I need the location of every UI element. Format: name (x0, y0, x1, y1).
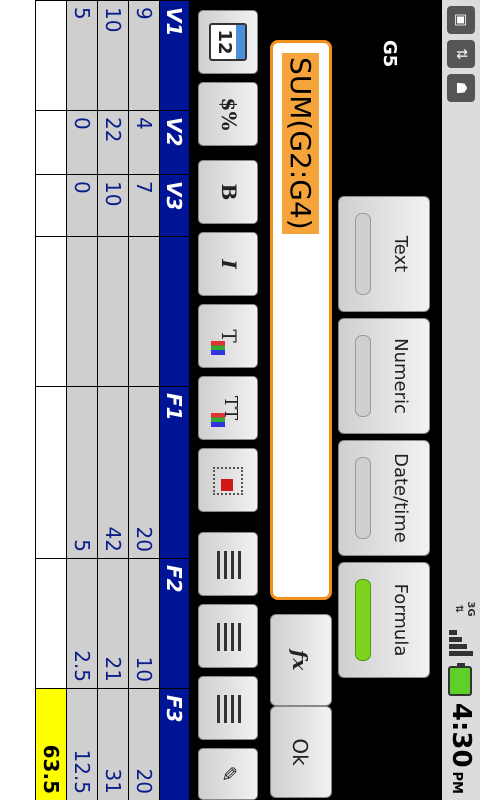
type-datetime-label: Date/time (390, 453, 411, 543)
type-datetime-indicator (355, 457, 371, 539)
spreadsheet-grid: V1 V2 V3 F1 F2 F3 9 4 7 20 10 20 10 22 1… (0, 0, 190, 800)
column-header[interactable]: V3 (159, 174, 190, 237)
align-left-button[interactable] (198, 532, 258, 596)
align-right-icon (215, 695, 241, 723)
sd-card-icon: ▣ (447, 6, 475, 34)
cell[interactable]: 21 (97, 558, 129, 689)
status-bar: ▣ ⇅ ☗ 3G ⇅ 4:30 PM (441, 0, 480, 800)
cell[interactable] (66, 236, 98, 387)
type-numeric-label: Numeric (390, 338, 411, 414)
cell[interactable] (35, 558, 67, 689)
italic-icon: I (217, 259, 241, 269)
cell[interactable] (128, 236, 160, 387)
cell[interactable]: 0 (66, 110, 98, 175)
type-text-button[interactable]: Text (338, 196, 430, 312)
pencil-icon: ✎ (217, 765, 241, 783)
cell[interactable]: 0 (66, 174, 98, 237)
status-clock: 4:30 PM (446, 703, 476, 794)
app-screen: ▣ ⇅ ☗ 3G ⇅ 4:30 PM G5 Text Numeric Date/ti… (0, 0, 480, 800)
cell[interactable] (35, 110, 67, 175)
selected-total-cell[interactable]: 63.5 (35, 688, 67, 800)
cell[interactable]: 20 (128, 688, 160, 800)
table-row: 63.5 (35, 0, 67, 800)
cell[interactable]: 10 (97, 174, 129, 237)
network-type-icon: 3G ⇅ (453, 601, 476, 617)
type-formula-label: Formula (390, 583, 411, 657)
text-style-icon: TT (220, 395, 241, 421)
formula-text: SUM(G2:G4) (282, 53, 319, 234)
fx-icon: fx (288, 649, 312, 671)
date-format-button[interactable]: 12 (198, 10, 258, 74)
cell-reference-label: G5 (379, 40, 400, 68)
usb-icon: ⇅ (447, 40, 475, 68)
style-swatch-icon (211, 413, 225, 427)
cell[interactable]: 22 (97, 110, 129, 175)
type-datetime-button[interactable]: Date/time (338, 440, 430, 556)
table-row: 10 22 10 42 21 31 (97, 0, 129, 800)
cell[interactable]: 4 (128, 110, 160, 175)
cell[interactable]: 7 (128, 174, 160, 237)
cell[interactable]: 10 (97, 0, 129, 111)
cell[interactable] (35, 0, 67, 111)
cell[interactable]: 10 (128, 558, 160, 689)
clock-time: 4:30 (446, 702, 476, 768)
type-numeric-button[interactable]: Numeric (338, 318, 430, 434)
android-debug-icon: ☗ (447, 74, 475, 102)
table-row: 5 0 0 5 2.5 12.5 (66, 0, 98, 800)
more-tools-button[interactable]: ✎ (198, 748, 258, 800)
calendar-icon: 12 (209, 23, 247, 61)
cell[interactable]: 5 (66, 386, 98, 559)
formula-input[interactable]: SUM(G2:G4) (270, 40, 332, 600)
number-format-button[interactable]: $% (198, 82, 258, 146)
type-text-indicator (355, 213, 371, 295)
cell[interactable]: 12.5 (66, 688, 98, 800)
type-formula-button[interactable]: Formula (338, 562, 430, 678)
column-header[interactable]: F2 (159, 558, 190, 689)
column-header[interactable]: V2 (159, 110, 190, 175)
cell[interactable] (35, 386, 67, 559)
cell[interactable]: 5 (66, 0, 98, 111)
ok-button[interactable]: Ok (270, 706, 332, 798)
header-row: V1 V2 V3 F1 F2 F3 (159, 0, 190, 800)
fill-color-icon (221, 479, 233, 491)
column-header[interactable]: F3 (159, 688, 190, 800)
cell[interactable]: 42 (97, 386, 129, 559)
cell[interactable] (35, 174, 67, 237)
cell[interactable]: 2.5 (66, 558, 98, 689)
bold-icon: B (217, 183, 241, 201)
battery-icon (448, 666, 472, 696)
table-row: 9 4 7 20 10 20 (128, 0, 160, 800)
cell[interactable] (35, 236, 67, 387)
column-header[interactable]: F1 (159, 386, 190, 559)
text-style-button[interactable]: TT (198, 376, 258, 440)
type-formula-indicator (355, 579, 371, 661)
text-color-icon: T (217, 329, 241, 343)
type-numeric-indicator (355, 335, 371, 417)
align-right-button[interactable] (198, 676, 258, 740)
clock-ampm: PM (449, 771, 464, 794)
cell-editor-panel: G5 Text Numeric Date/time Formula SUM(G2… (262, 0, 442, 800)
cell-fill-button[interactable] (198, 448, 258, 512)
format-toolbar: 12 $% B I T TT ✎ (190, 0, 262, 800)
text-color-button[interactable]: T (198, 304, 258, 368)
align-center-icon (215, 623, 241, 651)
cell[interactable]: 31 (97, 688, 129, 800)
align-center-button[interactable] (198, 604, 258, 668)
column-header[interactable]: V1 (159, 0, 190, 111)
signal-strength-icon (449, 628, 475, 660)
align-left-icon (215, 551, 241, 579)
function-button[interactable]: fx (270, 614, 332, 706)
italic-button[interactable]: I (198, 232, 258, 296)
currency-percent-icon: $% (217, 97, 241, 131)
column-header[interactable] (159, 236, 190, 387)
cell[interactable]: 9 (128, 0, 160, 111)
cell[interactable]: 20 (128, 386, 160, 559)
type-text-label: Text (390, 235, 411, 273)
cell[interactable] (97, 236, 129, 387)
color-swatch-icon (211, 341, 225, 355)
bold-button[interactable]: B (198, 160, 258, 224)
